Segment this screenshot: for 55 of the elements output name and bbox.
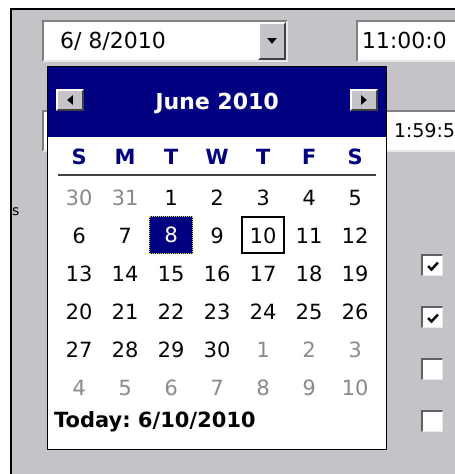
next-month-button[interactable] [350,89,378,111]
check-icon [426,312,440,324]
date-field[interactable]: 6/ 8/2010 [42,20,288,62]
weekday-label: S [346,144,364,171]
checkbox[interactable] [421,358,443,380]
day-cell[interactable]: 17 [241,254,285,292]
day-cell[interactable]: 2 [195,178,239,216]
day-cell[interactable]: 7 [103,216,147,254]
day-cell[interactable]: 6 [57,216,101,254]
day-cell[interactable]: 13 [57,254,101,292]
day-cell[interactable]: 4 [287,178,331,216]
day-cell[interactable]: 5 [333,178,377,216]
month-title: June 2010 [155,90,279,114]
right-arrow-icon [360,95,367,105]
checkbox[interactable] [421,410,443,432]
date-value: 6/ 8/2010 [59,28,166,54]
checkbox[interactable] [421,254,443,276]
day-cell[interactable]: 3 [241,178,285,216]
day-cell[interactable]: 16 [195,254,239,292]
day-cell[interactable]: 15 [149,254,193,292]
dropdown-button[interactable] [258,22,286,60]
day-cell[interactable]: 1 [149,178,193,216]
caret-icon [266,38,277,44]
day-cell[interactable]: 25 [287,292,331,330]
day-cell[interactable]: 29 [149,330,193,368]
weekday-label: T [162,144,180,171]
check-icon [426,260,440,272]
day-cell[interactable]: 8 [149,216,193,254]
day-cell[interactable]: 24 [241,292,285,330]
day-cell[interactable]: 19 [333,254,377,292]
today-link[interactable]: Today: 6/10/2010 [48,406,386,432]
side-label: s [12,204,20,221]
weekday-label: M [114,144,136,171]
day-cell[interactable]: 28 [103,330,147,368]
day-cell[interactable]: 11 [287,216,331,254]
day-cell[interactable]: 23 [195,292,239,330]
day-cell[interactable]: 22 [149,292,193,330]
checkbox[interactable] [421,306,443,328]
day-cell[interactable]: 21 [103,292,147,330]
weekday-label: S [70,144,88,171]
day-cell[interactable]: 30 [195,330,239,368]
weekday-label: W [204,144,230,171]
previous-month-button[interactable] [56,89,84,111]
left-arrow-icon [67,95,73,105]
weekday-label: F [300,144,318,171]
time-field[interactable]: 11:00:0 [356,20,455,62]
day-cell[interactable]: 26 [333,292,377,330]
weekday-label: T [254,144,272,171]
day-cell[interactable]: 12 [333,216,377,254]
day-cell[interactable]: 9 [195,216,239,254]
day-cell[interactable]: 27 [57,330,101,368]
day-cell[interactable]: 14 [103,254,147,292]
day-cell[interactable]: 10 [241,216,285,254]
day-cell[interactable]: 18 [287,254,331,292]
day-cell[interactable]: 20 [57,292,101,330]
